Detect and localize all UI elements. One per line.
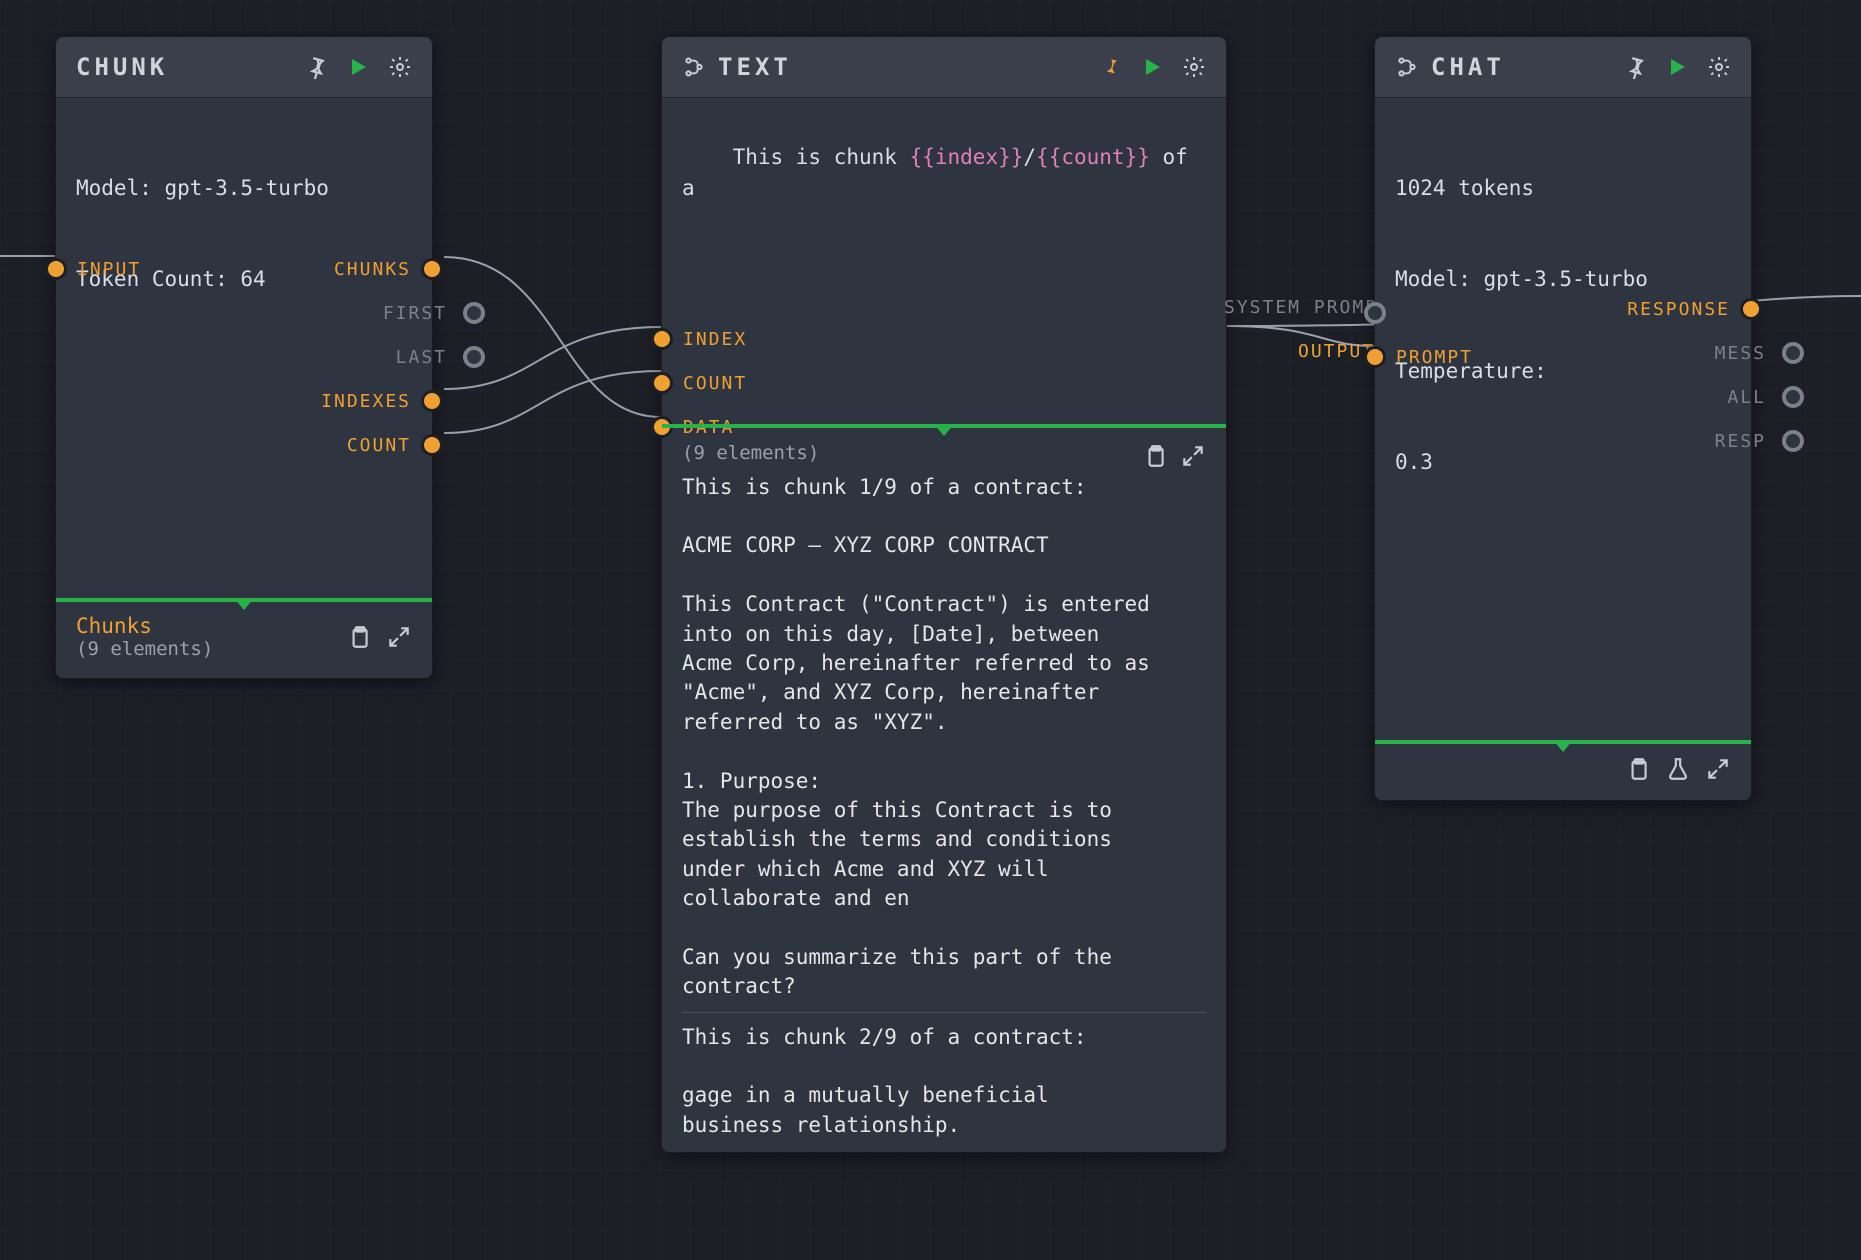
run-icon[interactable] xyxy=(1665,55,1689,79)
node-title: CHAT xyxy=(1431,53,1505,81)
port-prompt[interactable]: PROMPT xyxy=(1364,335,1473,379)
port-dot[interactable] xyxy=(463,346,485,368)
port-dot[interactable] xyxy=(651,372,673,394)
progress-indicator xyxy=(662,424,1226,428)
run-icon[interactable] xyxy=(1140,55,1164,79)
port-label: RESPONSE xyxy=(1627,299,1730,320)
port-label: COUNT xyxy=(347,435,411,456)
port-dot[interactable] xyxy=(651,328,673,350)
port-label: COUNT xyxy=(683,373,747,394)
template-body[interactable]: This is chunk {{index}}/{{count}} of a {… xyxy=(662,98,1226,278)
pin-icon[interactable] xyxy=(1623,55,1647,79)
port-all[interactable]: ALL xyxy=(1627,375,1762,419)
port-dot[interactable] xyxy=(463,302,485,324)
port-count[interactable]: COUNT xyxy=(321,423,443,467)
footer-elements: (9 elements) xyxy=(76,638,332,660)
port-label: PROMPT xyxy=(1396,347,1473,368)
gear-icon[interactable] xyxy=(1707,55,1731,79)
node-header[interactable]: CHUNK xyxy=(56,37,432,98)
model-line: Model: gpt-3.5-turbo xyxy=(76,173,412,203)
port-mess[interactable]: MESS xyxy=(1627,331,1762,375)
branch-icon xyxy=(1395,55,1419,79)
port-dot[interactable] xyxy=(1740,298,1762,320)
node-title: TEXT xyxy=(718,53,792,81)
port-label: RESP xyxy=(1715,431,1766,452)
progress-indicator xyxy=(56,598,432,602)
node-title: CHUNK xyxy=(76,53,168,81)
pin-icon[interactable] xyxy=(1098,55,1122,79)
port-dot[interactable] xyxy=(1782,342,1804,364)
node-footer: Chunks (9 elements) xyxy=(56,602,432,678)
port-dot[interactable] xyxy=(45,258,67,280)
pin-icon[interactable] xyxy=(304,55,328,79)
template-variable-index: {{index}} xyxy=(910,145,1024,169)
elements-count: (9 elements) xyxy=(682,440,1142,467)
branch-icon xyxy=(682,55,706,79)
port-label: INPUT xyxy=(77,259,141,280)
port-last[interactable]: LAST xyxy=(321,335,443,379)
node-text[interactable]: TEXT This is chunk {{index}}/{{count}} o… xyxy=(661,36,1227,1153)
gear-icon[interactable] xyxy=(1182,55,1206,79)
port-indexes[interactable]: INDEXES xyxy=(321,379,443,423)
port-dot[interactable] xyxy=(421,390,443,412)
port-label: LAST xyxy=(396,347,447,368)
progress-indicator xyxy=(1375,740,1751,744)
node-chat[interactable]: CHAT 1024 tokens Model: gpt-3.5-turbo Te… xyxy=(1374,36,1752,801)
port-count[interactable]: COUNT xyxy=(651,361,747,405)
port-label: FIRST xyxy=(383,303,447,324)
output-separator xyxy=(682,1012,1206,1013)
template-text: This is chunk xyxy=(733,145,910,169)
clipboard-icon[interactable] xyxy=(346,624,372,650)
port-label: ALL xyxy=(1727,387,1766,408)
expand-icon[interactable] xyxy=(1180,443,1206,469)
port-label: INDEXES xyxy=(321,391,411,412)
expand-icon[interactable] xyxy=(386,624,412,650)
port-input[interactable]: INPUT xyxy=(45,247,141,291)
port-label: MESS xyxy=(1715,343,1766,364)
port-index[interactable]: INDEX xyxy=(651,317,747,361)
output-area: (9 elements) This is chunk 1/9 of a cont… xyxy=(662,428,1226,1152)
clipboard-icon[interactable] xyxy=(1625,756,1651,782)
port-resp[interactable]: RESP xyxy=(1627,419,1762,463)
port-chunks[interactable]: CHUNKS xyxy=(321,247,443,291)
port-label: INDEX xyxy=(683,329,747,350)
node-footer xyxy=(1375,744,1751,800)
port-dot[interactable] xyxy=(421,258,443,280)
node-chunk[interactable]: CHUNK Model: gpt-3.5-turbo Token Count: … xyxy=(55,36,433,679)
port-dot[interactable] xyxy=(1364,302,1386,324)
port-first[interactable]: FIRST xyxy=(321,291,443,335)
footer-title: Chunks xyxy=(76,614,332,638)
port-dot[interactable] xyxy=(1782,430,1804,452)
node-header[interactable]: TEXT xyxy=(662,37,1226,98)
output-text-1: This is chunk 1/9 of a contract: ACME CO… xyxy=(682,473,1206,1002)
gear-icon[interactable] xyxy=(388,55,412,79)
node-header[interactable]: CHAT xyxy=(1375,37,1751,98)
port-label: CHUNKS xyxy=(334,259,411,280)
port-dot[interactable] xyxy=(1364,346,1386,368)
output-text-2: This is chunk 2/9 of a contract: gage in… xyxy=(682,1023,1206,1141)
flask-icon[interactable] xyxy=(1665,756,1691,782)
template-variable-count: {{count}} xyxy=(1036,145,1150,169)
port-system-prompt[interactable] xyxy=(1364,291,1473,335)
port-dot[interactable] xyxy=(421,434,443,456)
port-dot[interactable] xyxy=(1782,386,1804,408)
clipboard-icon[interactable] xyxy=(1142,443,1168,469)
expand-icon[interactable] xyxy=(1705,756,1731,782)
canvas[interactable]: CHUNK Model: gpt-3.5-turbo Token Count: … xyxy=(0,0,1861,1260)
tokens-line: 1024 tokens xyxy=(1395,173,1731,203)
run-icon[interactable] xyxy=(346,55,370,79)
port-response[interactable]: RESPONSE xyxy=(1627,287,1762,331)
